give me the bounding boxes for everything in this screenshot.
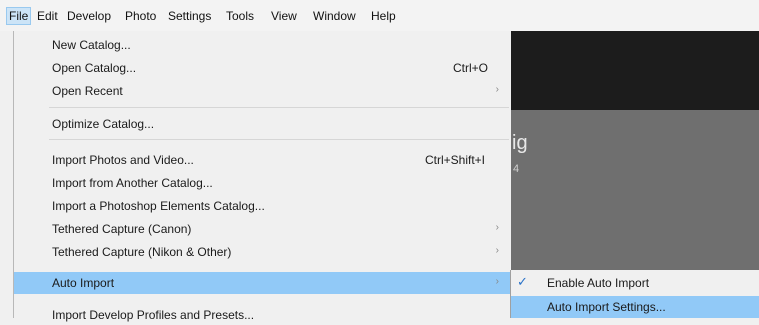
menu-tools[interactable]: Tools xyxy=(226,8,254,24)
menu-separator xyxy=(49,107,509,108)
menu-item-label: Auto Import xyxy=(52,276,115,290)
menu-item-label: Open Recent xyxy=(52,84,123,98)
menu-item-open-catalog[interactable]: Open Catalog... Ctrl+O xyxy=(14,58,511,78)
menu-item-open-recent[interactable]: Open Recent › xyxy=(14,81,511,101)
menu-item-label: Open Catalog... xyxy=(52,61,137,75)
submenu-arrow-icon: › xyxy=(495,222,499,233)
submenu-item-enable-auto-import[interactable]: ✓ Enable Auto Import xyxy=(511,272,759,294)
submenu-item-auto-import-settings[interactable]: Auto Import Settings... xyxy=(511,296,759,318)
menu-edit[interactable]: Edit xyxy=(37,8,58,24)
menu-item-label: Import Develop Profiles and Presets... xyxy=(52,308,255,322)
file-menu-dropdown: New Catalog... Open Catalog... Ctrl+O Op… xyxy=(13,31,511,322)
menu-item-import-photoshop-elements[interactable]: Import a Photoshop Elements Catalog... xyxy=(14,196,511,216)
submenu-item-label: Auto Import Settings... xyxy=(547,300,666,314)
menu-item-shortcut: Ctrl+O xyxy=(452,61,488,75)
menu-file[interactable]: File xyxy=(6,7,32,25)
menu-item-optimize-catalog[interactable]: Optimize Catalog... xyxy=(14,114,511,134)
menu-help[interactable]: Help xyxy=(371,8,396,24)
auto-import-submenu: ✓ Enable Auto Import Auto Import Setting… xyxy=(510,270,759,318)
submenu-item-label: Enable Auto Import xyxy=(547,276,650,290)
menu-view[interactable]: View xyxy=(271,8,297,24)
menu-item-label: Tethered Capture (Nikon & Other) xyxy=(52,245,232,259)
menu-item-tethered-nikon[interactable]: Tethered Capture (Nikon & Other) › xyxy=(14,242,511,262)
menu-bar: File Edit Develop Photo Settings Tools V… xyxy=(0,0,759,31)
menu-item-label: Optimize Catalog... xyxy=(52,117,155,131)
menu-item-tethered-canon[interactable]: Tethered Capture (Canon) › xyxy=(14,219,511,239)
check-icon: ✓ xyxy=(517,274,528,289)
menu-item-label: Tethered Capture (Canon) xyxy=(52,222,192,236)
submenu-arrow-icon: › xyxy=(495,245,499,256)
background-sub-fragment: 4 xyxy=(513,163,520,175)
menu-item-import-develop-profiles[interactable]: Import Develop Profiles and Presets... xyxy=(14,305,511,325)
menu-item-shortcut: Ctrl+Shift+I xyxy=(424,153,485,167)
menu-item-label: New Catalog... xyxy=(52,38,131,52)
menu-settings[interactable]: Settings xyxy=(168,8,211,24)
menu-item-label: Import from Another Catalog... xyxy=(52,176,213,190)
background-heading-fragment: ig xyxy=(512,132,528,154)
menu-item-label: Import Photos and Video... xyxy=(52,153,194,167)
menu-item-auto-import[interactable]: Auto Import › xyxy=(14,272,511,294)
menu-separator xyxy=(49,139,509,140)
submenu-arrow-icon: › xyxy=(495,276,499,287)
menu-window[interactable]: Window xyxy=(313,8,356,24)
menu-item-import-photos[interactable]: Import Photos and Video... Ctrl+Shift+I xyxy=(14,150,511,170)
menu-item-import-another-catalog[interactable]: Import from Another Catalog... xyxy=(14,173,511,193)
menu-item-new-catalog[interactable]: New Catalog... xyxy=(14,35,511,55)
menu-develop[interactable]: Develop xyxy=(67,8,111,24)
menu-photo[interactable]: Photo xyxy=(125,8,156,24)
submenu-arrow-icon: › xyxy=(495,84,499,95)
menu-item-label: Import a Photoshop Elements Catalog... xyxy=(52,199,265,213)
